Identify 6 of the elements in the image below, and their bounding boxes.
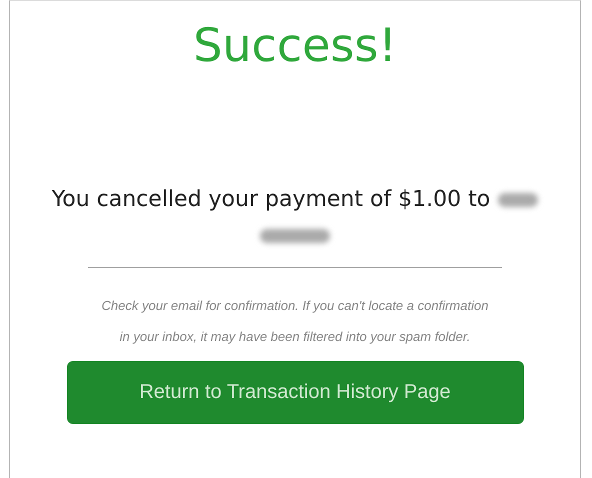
- payment-message: You cancelled your payment of $1.00 to: [52, 186, 490, 214]
- success-heading: Success!: [193, 17, 397, 74]
- blurred-text-drawing: [260, 229, 330, 243]
- blurred-text-drawing: [498, 193, 538, 207]
- return-button[interactable]: Return to Transaction History Page: [66, 361, 524, 424]
- confirmation-note: Check your email for confirmation. If you can't locate a confirmation in your inbox, it may have been filtered into your spam folder.: [100, 297, 490, 346]
